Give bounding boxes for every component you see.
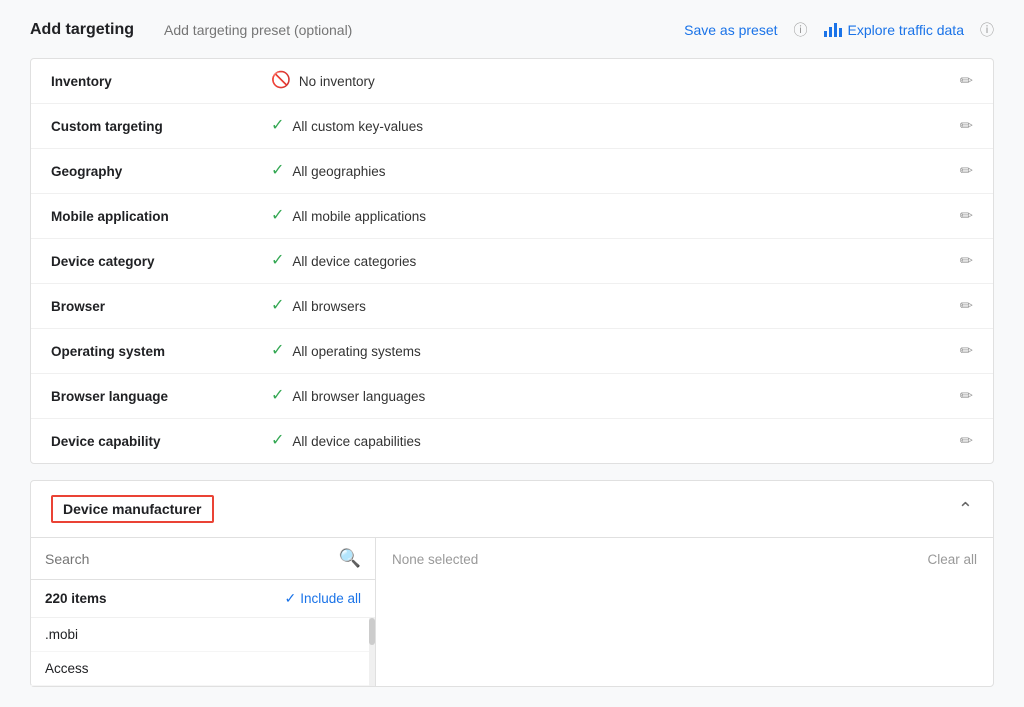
check-icon: ✓ — [271, 433, 284, 449]
manufacturer-title: Device manufacturer — [51, 495, 214, 523]
targeting-value: ✓ All device categories — [271, 253, 960, 269]
check-icon: ✓ — [271, 208, 284, 224]
targeting-label: Operating system — [51, 344, 271, 359]
targeting-value: ✓ All operating systems — [271, 343, 960, 359]
list-item[interactable]: .mobi — [31, 618, 375, 652]
targeting-label: Device category — [51, 254, 271, 269]
list-item[interactable]: Access — [31, 652, 375, 686]
search-row: 🔍 — [31, 538, 375, 580]
check-icon: ✓ — [271, 118, 284, 134]
help-icon[interactable]: ⓘ — [794, 20, 808, 40]
targeting-value-text: All device capabilities — [292, 434, 420, 449]
right-panel-header: None selected Clear all — [392, 552, 977, 567]
header-row: Add targeting Save as preset ⓘ Explore t… — [30, 20, 994, 40]
targeting-value-text: All custom key-values — [292, 119, 423, 134]
targeting-row: Browser language✓ All browser languages ✏ — [31, 374, 993, 419]
targeting-value-text: All geographies — [292, 164, 385, 179]
save-preset-button[interactable]: Save as preset — [684, 22, 777, 38]
explore-traffic-button[interactable]: Explore traffic data — [824, 22, 964, 38]
preset-input[interactable] — [164, 22, 654, 38]
search-icon: 🔍 — [339, 548, 361, 569]
manufacturer-body: 🔍 220 items ✓ Include all .mobiAccess — [31, 538, 993, 686]
targeting-label: Browser language — [51, 389, 271, 404]
targeting-row: Operating system✓ All operating systems ✏ — [31, 329, 993, 374]
targeting-table: Inventory🚫No inventory✏Custom targeting✓… — [30, 58, 994, 464]
targeting-row: Custom targeting✓ All custom key-values ✏ — [31, 104, 993, 149]
check-icon: ✓ — [271, 388, 284, 404]
left-panel: 🔍 220 items ✓ Include all .mobiAccess — [31, 538, 376, 686]
targeting-row: Geography✓ All geographies ✏ — [31, 149, 993, 194]
right-panel: None selected Clear all — [376, 538, 993, 686]
targeting-label: Device capability — [51, 434, 271, 449]
help-icon-2[interactable]: ⓘ — [980, 20, 994, 40]
edit-icon[interactable]: ✏ — [960, 296, 973, 316]
edit-icon[interactable]: ✏ — [960, 116, 973, 136]
targeting-label: Geography — [51, 164, 271, 179]
targeting-label: Mobile application — [51, 209, 271, 224]
edit-icon[interactable]: ✏ — [960, 431, 973, 451]
edit-icon[interactable]: ✏ — [960, 251, 973, 271]
targeting-value: ✓ All custom key-values — [271, 118, 960, 134]
scroll-thumb[interactable] — [369, 618, 375, 645]
targeting-row: Device category✓ All device categories ✏ — [31, 239, 993, 284]
targeting-value: ✓ All browsers — [271, 298, 960, 314]
targeting-value-text: All operating systems — [292, 344, 420, 359]
targeting-label: Custom targeting — [51, 119, 271, 134]
clear-all-button[interactable]: Clear all — [927, 552, 977, 567]
include-check-icon: ✓ — [284, 590, 296, 607]
targeting-value-text: All device categories — [292, 254, 416, 269]
scroll-track — [369, 618, 375, 686]
targeting-value: ✓ All mobile applications — [271, 208, 960, 224]
page-title: Add targeting — [30, 21, 134, 39]
targeting-label: Inventory — [51, 74, 271, 89]
targeting-row: Device capability✓ All device capabilitie… — [31, 419, 993, 463]
check-icon: ✓ — [271, 298, 284, 314]
manufacturer-header: Device manufacturer ⌃ — [31, 481, 993, 538]
check-icon: ✓ — [271, 253, 284, 269]
ban-icon: 🚫 — [271, 73, 291, 89]
edit-icon[interactable]: ✏ — [960, 341, 973, 361]
targeting-value: ✓ All device capabilities — [271, 433, 960, 449]
collapse-icon[interactable]: ⌃ — [958, 499, 973, 520]
none-selected-label: None selected — [392, 552, 478, 567]
targeting-value-text: All browser languages — [292, 389, 425, 404]
search-input[interactable] — [45, 551, 339, 567]
page: Add targeting Save as preset ⓘ Explore t… — [0, 0, 1024, 707]
chart-icon — [824, 23, 842, 37]
targeting-row: Inventory🚫 No inventory ✏ — [31, 59, 993, 104]
check-icon: ✓ — [271, 343, 284, 359]
targeting-value-text: All browsers — [292, 299, 366, 314]
edit-icon[interactable]: ✏ — [960, 71, 973, 91]
targeting-row: Mobile application✓ All mobile applicatio… — [31, 194, 993, 239]
header-actions: Save as preset ⓘ Explore traffic data ⓘ — [684, 20, 994, 40]
check-icon: ✓ — [271, 163, 284, 179]
targeting-value: ✓ All geographies — [271, 163, 960, 179]
edit-icon[interactable]: ✏ — [960, 161, 973, 181]
include-all-label: Include all — [300, 591, 361, 606]
items-count: 220 items — [45, 591, 107, 606]
items-row: 220 items ✓ Include all — [31, 580, 375, 618]
targeting-value: 🚫 No inventory — [271, 73, 960, 89]
list-panel: .mobiAccess — [31, 618, 375, 686]
targeting-value: ✓ All browser languages — [271, 388, 960, 404]
targeting-value-text: No inventory — [299, 74, 375, 89]
targeting-row: Browser✓ All browsers ✏ — [31, 284, 993, 329]
edit-icon[interactable]: ✏ — [960, 386, 973, 406]
explore-label: Explore traffic data — [848, 22, 964, 38]
targeting-value-text: All mobile applications — [292, 209, 426, 224]
targeting-label: Browser — [51, 299, 271, 314]
manufacturer-section: Device manufacturer ⌃ 🔍 220 items ✓ Incl… — [30, 480, 994, 687]
edit-icon[interactable]: ✏ — [960, 206, 973, 226]
include-all-button[interactable]: ✓ Include all — [284, 590, 361, 607]
